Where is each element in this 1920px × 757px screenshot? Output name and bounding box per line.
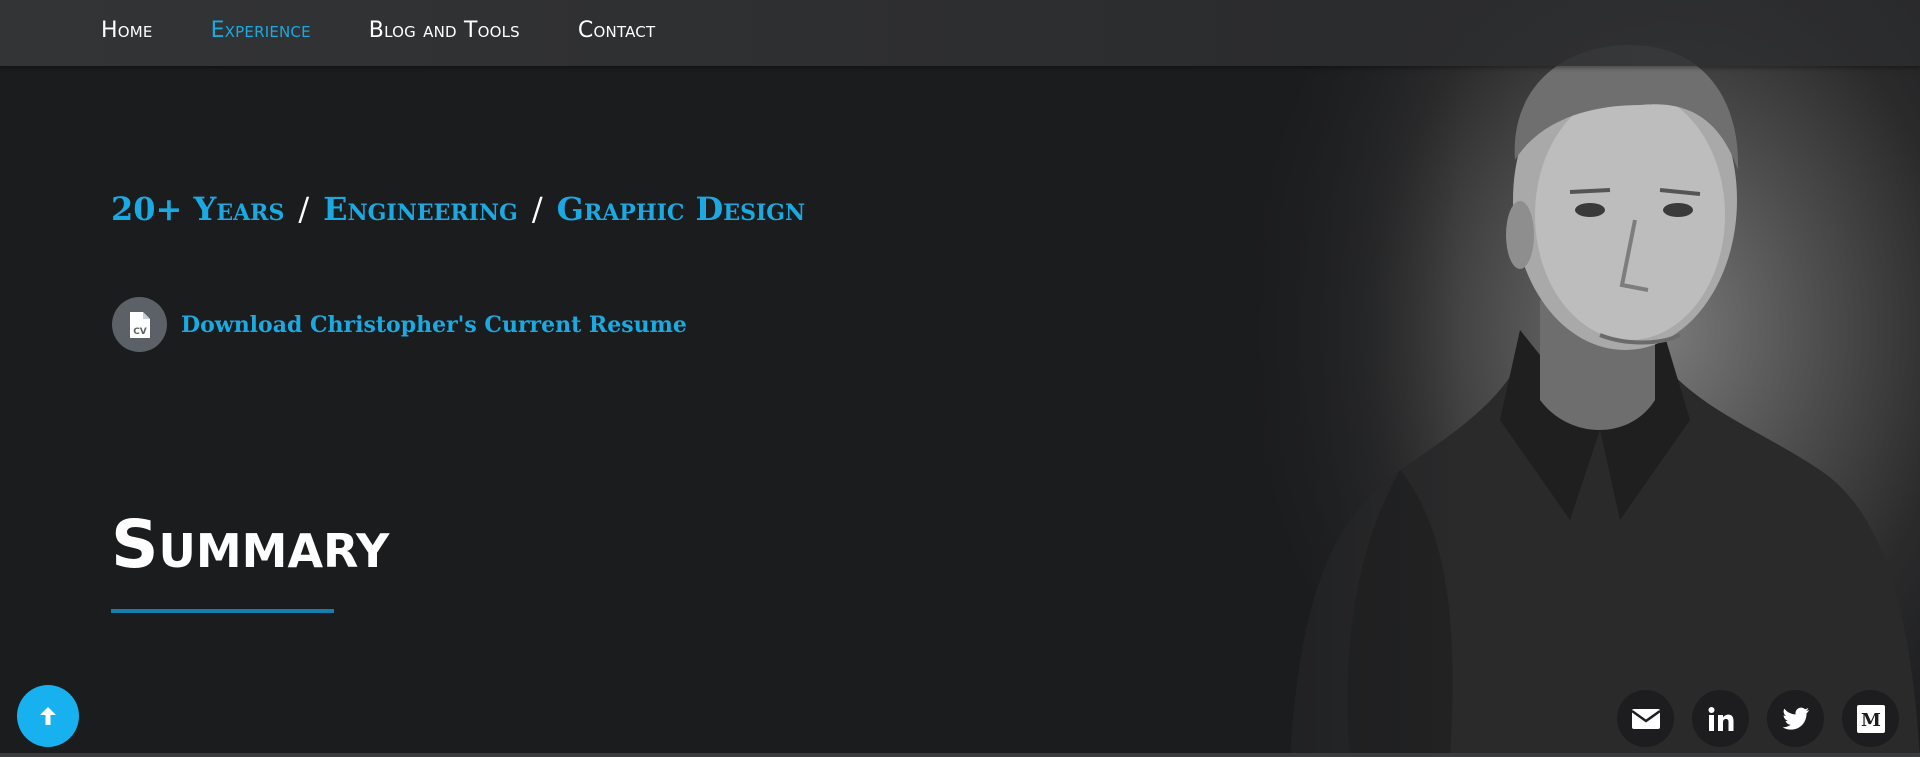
portrait-fade — [1100, 0, 1460, 757]
summary-heading: Summary — [111, 506, 390, 583]
summary-underline — [111, 609, 334, 613]
cv-icon-label: CV — [133, 327, 147, 337]
twitter-icon — [1782, 707, 1809, 730]
nav-item-contact[interactable]: Contact — [578, 18, 655, 43]
download-resume-label: Download Christopher's Current Resume — [181, 311, 687, 338]
nav-menu: Home Experience Blog and Tools Contact — [101, 18, 655, 43]
medium-link[interactable]: M — [1842, 690, 1899, 747]
medium-icon-label: M — [1861, 710, 1881, 731]
tagline-separator: / — [531, 190, 543, 228]
back-to-top-button[interactable] — [17, 685, 79, 747]
tagline-graphic-design: Graphic Design — [556, 190, 806, 228]
tagline: 20+ Years / Engineering / Graphic Design — [111, 190, 805, 228]
tagline-engineering: Engineering — [323, 190, 518, 228]
linkedin-icon — [1708, 706, 1733, 731]
nav-item-blog-and-tools[interactable]: Blog and Tools — [369, 18, 520, 43]
linkedin-link[interactable] — [1692, 690, 1749, 747]
envelope-icon — [1630, 708, 1661, 729]
email-link[interactable] — [1617, 690, 1674, 747]
page: Home Experience Blog and Tools Contact 2… — [0, 0, 1920, 757]
navbar: Home Experience Blog and Tools Contact — [0, 0, 1920, 66]
cv-file-icon: CV — [112, 297, 167, 352]
arrow-up-icon — [40, 707, 56, 725]
nav-item-home[interactable]: Home — [101, 18, 153, 43]
tagline-years: 20+ Years — [111, 190, 285, 228]
medium-icon: M — [1856, 704, 1885, 733]
nav-item-experience[interactable]: Experience — [211, 18, 311, 43]
tagline-separator: / — [298, 190, 310, 228]
twitter-link[interactable] — [1767, 690, 1824, 747]
profile-photo — [1100, 0, 1920, 757]
download-resume-link[interactable]: CV Download Christopher's Current Resume — [112, 297, 687, 352]
social-links: M — [1617, 690, 1899, 747]
page-bottom-border — [0, 753, 1920, 757]
